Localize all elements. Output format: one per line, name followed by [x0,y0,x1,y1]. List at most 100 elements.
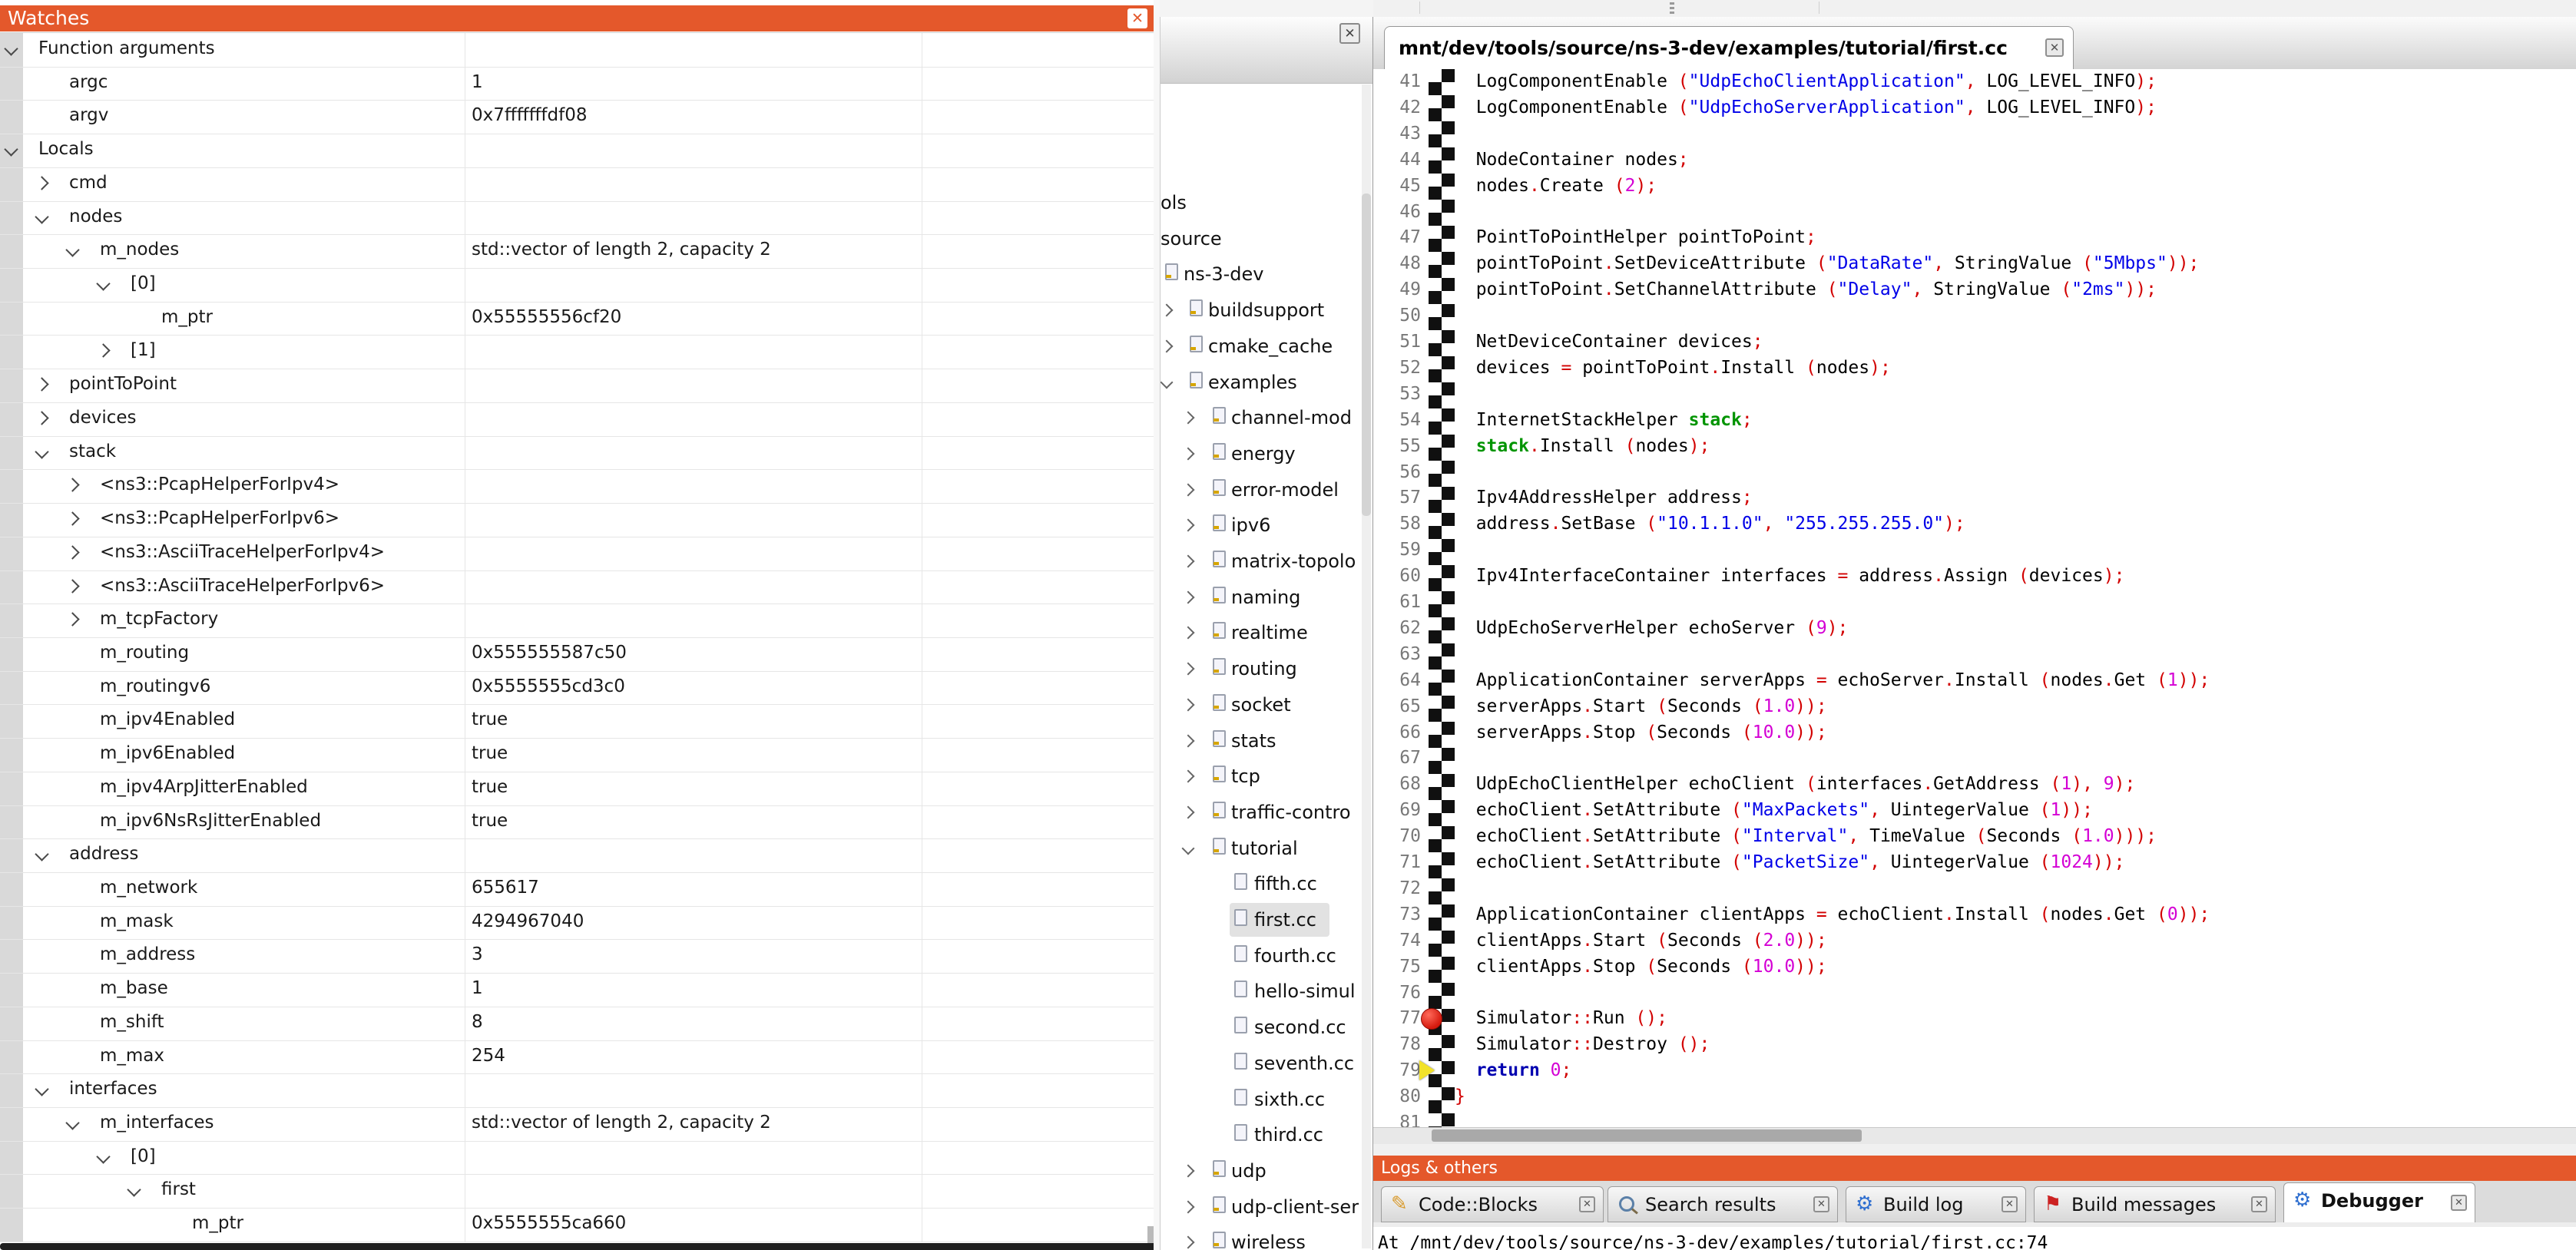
watch-row[interactable]: devices [0,402,1154,437]
line-number[interactable]: 61 [1373,592,1421,612]
line-number[interactable]: 60 [1373,566,1421,586]
line-number[interactable]: 47 [1373,227,1421,247]
chevron-right-icon[interactable] [1182,483,1195,496]
watch-row[interactable]: argc1 [0,67,1154,101]
watches-close-icon[interactable]: ✕ [1127,8,1147,28]
tree-item-ns-3-dev[interactable]: ns-3-dev [1161,257,1372,293]
tree-item-fifth-cc[interactable]: fifth.cc [1161,867,1372,902]
chevron-down-icon[interactable] [65,1116,79,1129]
line-number[interactable]: 49 [1373,279,1421,299]
line-number[interactable]: 48 [1373,253,1421,273]
line-number[interactable]: 79 [1373,1060,1421,1080]
line-number[interactable]: 43 [1373,124,1421,144]
chevron-right-icon[interactable] [1182,627,1195,640]
watch-row[interactable]: <ns3::AsciiTraceHelperForIpv4> [0,537,1154,571]
watch-row[interactable]: pointToPoint [0,369,1154,403]
chevron-down-icon[interactable] [1161,375,1174,389]
line-number[interactable]: 44 [1373,150,1421,170]
watch-row[interactable]: m_shift8 [0,1007,1154,1041]
logs-tab-code-blocks[interactable]: ✎Code::Blocks✕ [1381,1186,1604,1222]
chevron-right-icon[interactable] [1182,663,1195,676]
tree-item-routing[interactable]: routing [1161,652,1372,687]
tree-item-traffic-contro[interactable]: traffic-contro [1161,795,1372,831]
line-number[interactable]: 52 [1373,358,1421,378]
code-line-80[interactable]: } [1455,1086,1465,1106]
tree-item-third-cc[interactable]: third.cc [1161,1118,1372,1153]
line-number[interactable]: 58 [1373,514,1421,534]
line-number[interactable]: 71 [1373,852,1421,872]
chevron-right-icon[interactable] [1182,805,1195,818]
watch-row[interactable]: m_network655617 [0,872,1154,907]
code-line-49[interactable]: pointToPoint.SetChannelAttribute ("Delay… [1455,279,2157,299]
line-number[interactable]: 75 [1373,957,1421,977]
line-number[interactable]: 76 [1373,983,1421,1003]
toolbar-drag-handle-icon[interactable] [1670,2,1674,15]
tree-item-first-cc[interactable]: first.cc [1161,903,1372,938]
chevron-right-icon[interactable] [1182,555,1195,568]
line-number[interactable]: 81 [1373,1113,1421,1127]
logs-tab-search-results[interactable]: Search results✕ [1608,1186,1838,1222]
chevron-right-icon[interactable] [65,478,79,492]
chevron-right-icon[interactable] [35,377,48,391]
tree-item-tcp[interactable]: tcp [1161,759,1372,795]
chevron-right-icon[interactable] [1182,698,1195,711]
logs-tab-build-messages[interactable]: ⚑Build messages✕ [2034,1186,2276,1222]
tab-close-icon[interactable]: ✕ [2251,1196,2267,1212]
chevron-down-icon[interactable] [35,848,48,861]
chevron-down-icon[interactable] [96,276,110,290]
line-number[interactable]: 45 [1373,176,1421,196]
code-line-78[interactable]: Simulator::Destroy (); [1455,1034,1710,1054]
tree-item-socket[interactable]: socket [1161,688,1372,723]
watch-row[interactable]: m_routingv60x5555555cd3c0 [0,671,1154,706]
watch-row[interactable]: m_ipv4Enabledtrue [0,704,1154,739]
code-line-68[interactable]: UdpEchoClientHelper echoClient (interfac… [1455,774,2135,794]
watch-row[interactable]: argv0x7fffffffdf08 [0,100,1154,134]
line-number[interactable]: 72 [1373,878,1421,898]
line-number[interactable]: 54 [1373,410,1421,430]
tree-item-sixth-cc[interactable]: sixth.cc [1161,1083,1372,1118]
chevron-down-icon[interactable] [35,1083,48,1096]
watch-row[interactable]: [0] [0,268,1154,303]
chevron-right-icon[interactable] [65,613,79,627]
tree-item-energy[interactable]: energy [1161,437,1372,472]
line-number[interactable]: 66 [1373,723,1421,742]
watch-row[interactable]: first [0,1174,1154,1209]
code-line-47[interactable]: PointToPointHelper pointToPoint; [1455,227,1816,247]
code-line-66[interactable]: serverApps.Stop (Seconds (10.0)); [1455,723,1827,742]
code-line-52[interactable]: devices = pointToPoint.Install (nodes); [1455,358,1891,378]
watch-row[interactable]: m_max254 [0,1040,1154,1075]
code-line-73[interactable]: ApplicationContainer clientApps = echoCl… [1455,904,2210,924]
chevron-down-icon[interactable] [35,210,48,223]
tree-item-seventh-cc[interactable]: seventh.cc [1161,1047,1372,1082]
code-line-57[interactable]: Ipv4AddressHelper address; [1455,488,1753,508]
chevron-right-icon[interactable] [1182,1236,1195,1249]
tree-item-tutorial[interactable]: tutorial [1161,832,1372,867]
code-line-42[interactable]: LogComponentEnable ("UdpEchoServerApplic… [1455,98,2157,117]
line-number[interactable]: 42 [1373,98,1421,117]
debugger-log-area[interactable]: At /mnt/dev/tools/source/ns-3-dev/exampl… [1373,1222,2576,1250]
line-number[interactable]: 65 [1373,696,1421,716]
chevron-right-icon[interactable] [96,344,110,358]
watch-row[interactable]: nodes [0,201,1154,236]
watch-row[interactable]: m_ptr0x5555555ca660 [0,1208,1154,1242]
line-number[interactable]: 56 [1373,462,1421,482]
logs-tab-build-log[interactable]: ⚙Build log✕ [1846,1186,2026,1222]
watch-row[interactable]: <ns3::PcapHelperForIpv6> [0,503,1154,537]
line-number[interactable]: 64 [1373,670,1421,690]
gutter-checker-margin[interactable] [1429,69,1455,1127]
chevron-right-icon[interactable] [1182,1200,1195,1213]
project-tree-close-icon[interactable]: ✕ [1339,23,1360,44]
watches-horizontal-scrollbar[interactable] [0,1243,1166,1250]
watch-row[interactable]: m_tcpFactory [0,604,1154,638]
watch-row[interactable]: m_ipv6Enabledtrue [0,738,1154,772]
line-number[interactable]: 67 [1373,748,1421,768]
editor-horizontal-scrollbar-thumb[interactable] [1432,1129,1862,1142]
watch-row[interactable]: address [0,838,1154,873]
code-line-45[interactable]: nodes.Create (2); [1455,176,1657,196]
line-number[interactable]: 74 [1373,931,1421,951]
tree-item-examples[interactable]: examples [1161,365,1372,401]
tree-item-wireless[interactable]: wireless [1161,1225,1372,1250]
code-line-64[interactable]: ApplicationContainer serverApps = echoSe… [1455,670,2210,690]
chevron-down-icon[interactable] [4,142,18,156]
chevron-right-icon[interactable] [1182,519,1195,532]
